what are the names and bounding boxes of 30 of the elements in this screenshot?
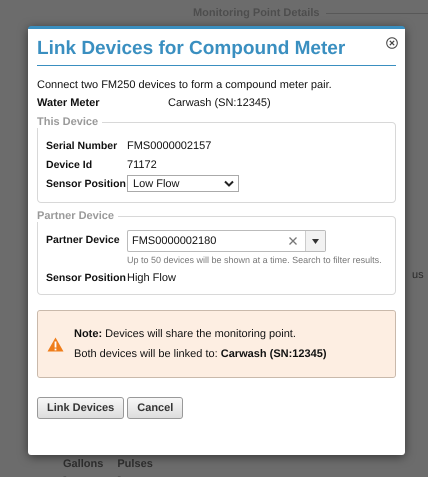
field-label: Device Id [46, 159, 94, 171]
field-label: Water Meter [37, 97, 101, 109]
close-icon[interactable] [386, 37, 398, 49]
clear-icon[interactable] [289, 237, 297, 245]
sensor-position-select[interactable]: Low Flow [127, 175, 239, 192]
section-legend: Partner Device [37, 210, 118, 222]
section-legend: This Device [37, 116, 102, 128]
note-text: Both devices will be linked to: Carwash (SN:12345) [74, 348, 327, 360]
field-label: Serial Number [46, 140, 118, 152]
background-text: us [412, 269, 424, 281]
warning-icon [47, 336, 64, 352]
hint-text: Up to 50 devices will be shown at a time. Search to filter results. [127, 255, 382, 265]
note-text: Note: Devices will share the monitoring point. [74, 328, 297, 340]
field-value: High Flow [127, 272, 176, 284]
field-label: Sensor Position [46, 178, 127, 190]
field-value: FMS0000002157 [127, 140, 212, 152]
caret-icon [312, 238, 319, 244]
field-label: Partner Device [46, 234, 121, 246]
chevron-down-icon [224, 180, 234, 187]
intro-text: Connect two FM250 devices to form a compound meter pair. [37, 79, 333, 91]
field-value: Carwash (SN:12345) [168, 97, 271, 109]
field-label: Sensor Position [46, 272, 127, 284]
cancel-button[interactable]: Cancel [127, 397, 184, 419]
device-combobox[interactable]: FMS0000002180 [127, 230, 326, 252]
column-header: Gallons [63, 458, 104, 470]
link-devices-button[interactable]: Link Devices [37, 397, 124, 419]
field-value: 71172 [127, 159, 157, 171]
column-header: Pulses [117, 458, 153, 470]
dropdown-toggle[interactable] [305, 231, 325, 251]
dialog-title: Link Devices for Compound Meter [37, 37, 346, 60]
